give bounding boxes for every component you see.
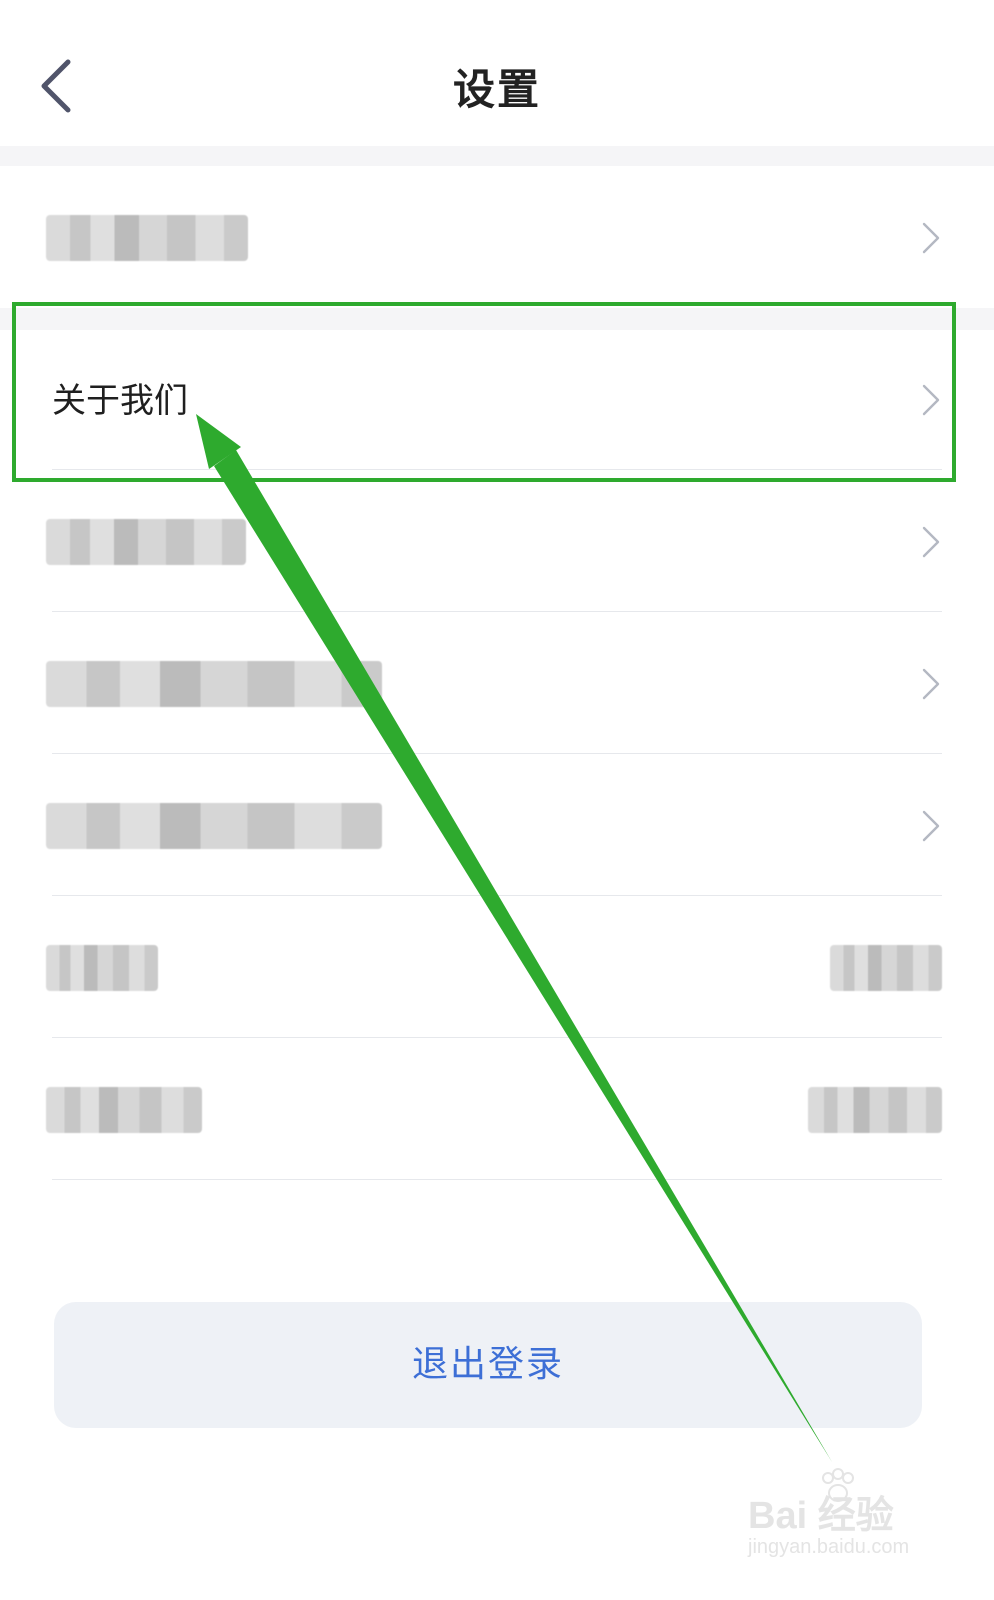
redacted-label	[46, 661, 382, 707]
redacted-label	[46, 215, 248, 261]
redacted-label	[46, 1087, 202, 1133]
settings-item-4[interactable]	[0, 614, 994, 754]
row-divider	[52, 895, 942, 896]
section-divider	[0, 146, 994, 166]
row-divider	[52, 1037, 942, 1038]
settings-item-3[interactable]	[0, 472, 994, 612]
row-divider	[52, 469, 942, 470]
settings-item-6[interactable]	[0, 898, 994, 1038]
redacted-label	[46, 945, 158, 991]
chevron-right-icon	[922, 526, 940, 558]
redacted-label	[46, 519, 246, 565]
settings-item-label: 关于我们	[52, 381, 188, 421]
header-bar: 设置	[0, 0, 994, 146]
settings-item-5[interactable]	[0, 756, 994, 896]
logout-label: 退出登录	[411, 1344, 564, 1385]
watermark-brand: Bai 经验	[748, 1495, 894, 1537]
row-divider	[52, 1179, 942, 1180]
row-divider	[52, 753, 942, 754]
section-divider	[0, 308, 994, 330]
settings-item-1[interactable]	[0, 168, 994, 308]
page-title: 设置	[452, 65, 541, 114]
watermark: Bai 经验 jingyan.baidu.com	[748, 1468, 948, 1578]
settings-item-7[interactable]	[0, 1040, 994, 1180]
redacted-label	[46, 803, 382, 849]
logout-button[interactable]: 退出登录	[54, 1302, 922, 1428]
chevron-right-icon	[922, 668, 940, 700]
chevron-right-icon	[922, 810, 940, 842]
redacted-value	[808, 1087, 942, 1133]
baidu-paw-icon	[822, 1468, 854, 1502]
chevron-right-icon	[922, 384, 940, 416]
row-divider	[52, 611, 942, 612]
settings-item-about-us[interactable]: 关于我们	[0, 330, 994, 470]
watermark-url: jingyan.baidu.com	[748, 1536, 910, 1558]
chevron-right-icon	[922, 222, 940, 254]
redacted-value	[830, 945, 942, 991]
